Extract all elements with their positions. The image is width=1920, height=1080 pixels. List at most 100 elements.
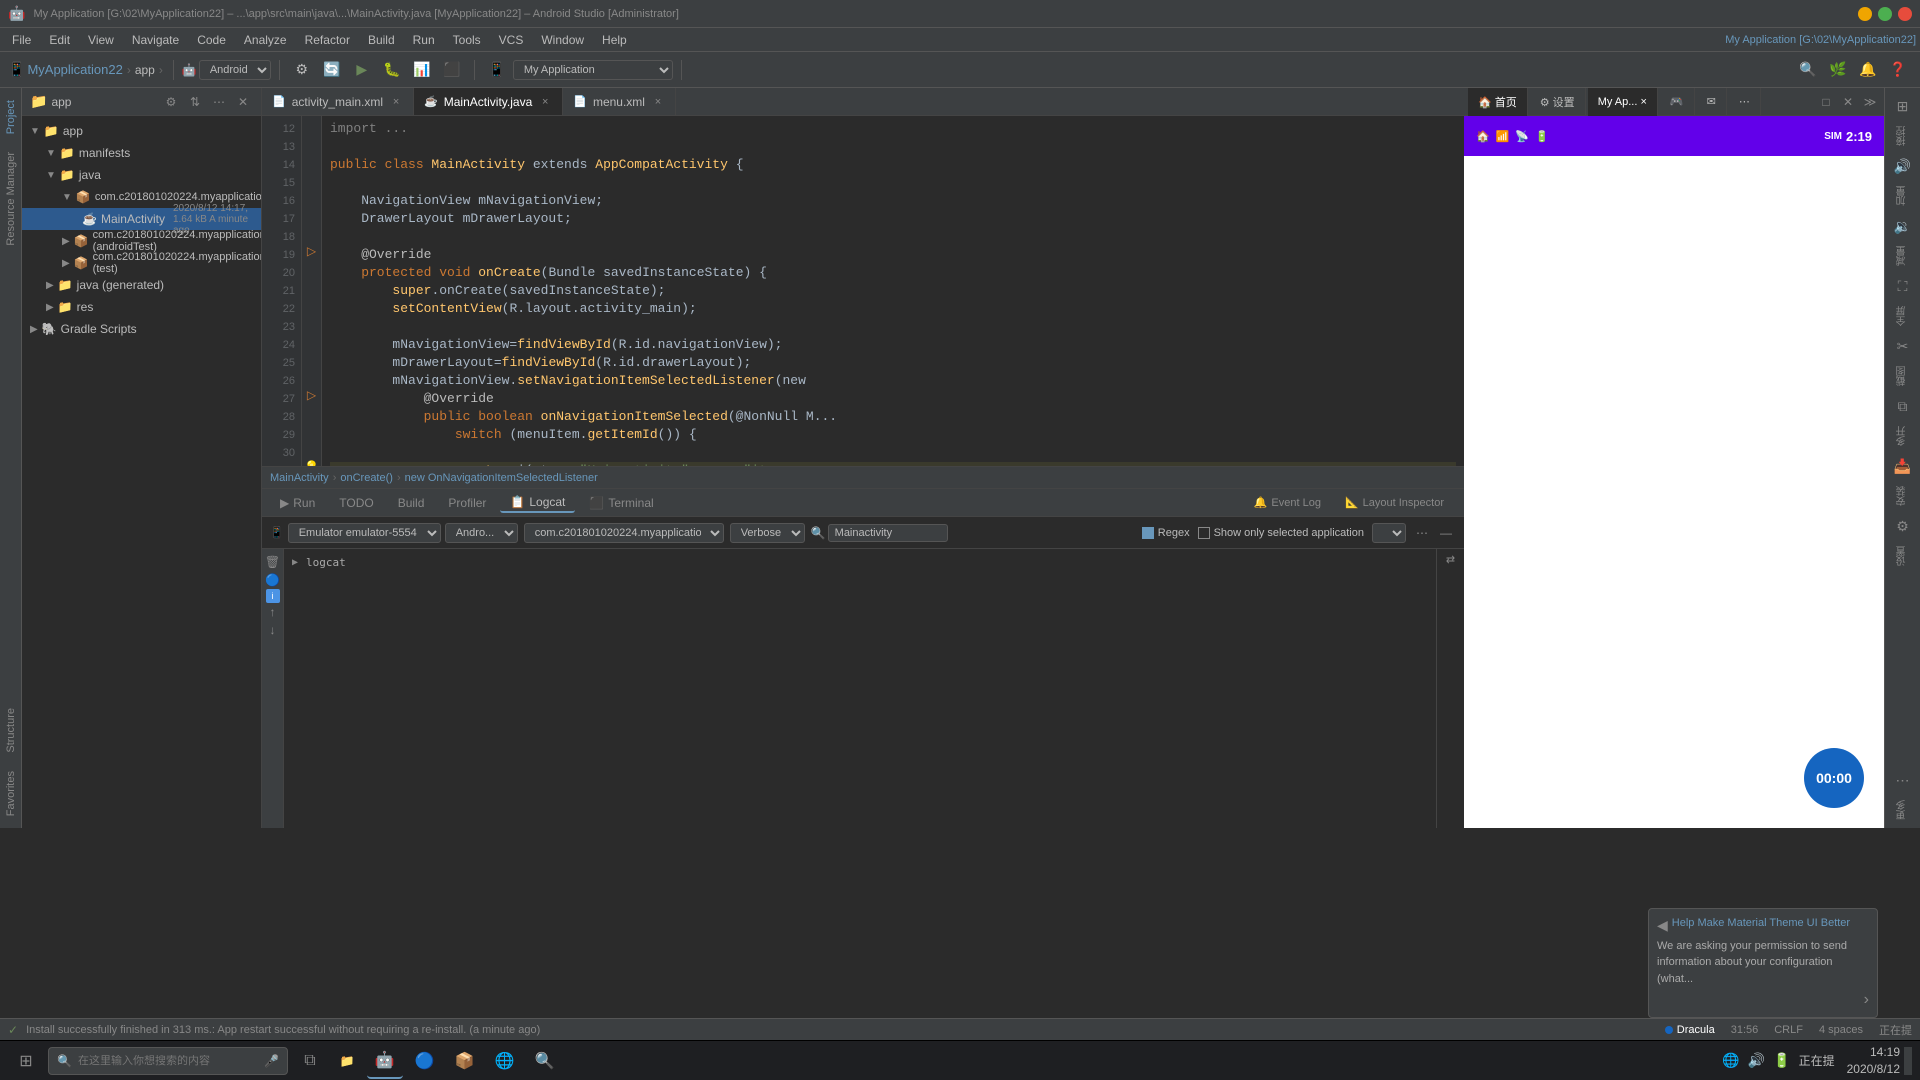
device-selector[interactable]: My Application — [513, 60, 673, 80]
minimize-button[interactable]: – — [1858, 7, 1872, 21]
tree-item-manifests[interactable]: ▼ 📁 manifests — [22, 142, 261, 164]
menu-navigate[interactable]: Navigate — [124, 31, 187, 49]
taskbar-android-studio[interactable]: 🤖 — [367, 1043, 403, 1079]
logcat-options-btn[interactable]: ⋯ — [1412, 523, 1432, 543]
breadcrumb-listener[interactable]: new OnNavigationItemSelectedListener — [405, 472, 598, 484]
settings-btn[interactable]: ⚙ — [288, 56, 316, 84]
taskbar-app-1[interactable]: 🔵 — [407, 1043, 443, 1079]
tree-item-mainactivity[interactable]: ☕ MainActivity 2020/8/12 14:17, 1.64 kB … — [22, 208, 261, 230]
taskbar-app-3[interactable]: 🌐 — [487, 1043, 523, 1079]
fullscreen-icon[interactable]: ⛶ — [1889, 272, 1917, 300]
menu-view[interactable]: View — [80, 31, 122, 49]
close-button[interactable]: × — [1898, 7, 1912, 21]
menu-file[interactable]: File — [4, 31, 39, 49]
indent[interactable]: 4 spaces — [1819, 1024, 1863, 1036]
screenshot-icon[interactable]: ✂ — [1889, 332, 1917, 360]
breadcrumb-app[interactable]: app — [135, 63, 155, 77]
ime-icon[interactable]: 正在提 — [1799, 1052, 1835, 1069]
tab-todo[interactable]: TODO — [329, 494, 383, 512]
start-button[interactable]: ⊞ — [8, 1043, 44, 1079]
emulator-home-tab[interactable]: 🏠 首页 — [1468, 88, 1528, 116]
more-options-icon[interactable]: ⋯ — [1889, 766, 1917, 794]
tree-item-java[interactable]: ▼ 📁 java — [22, 164, 261, 186]
favorites-tab[interactable]: Favorites — [2, 763, 20, 824]
volume-up-icon[interactable]: 🔊 — [1889, 152, 1917, 180]
taskbar-app-2[interactable]: 📦 — [447, 1043, 483, 1079]
show-selected-checkbox[interactable] — [1198, 527, 1210, 539]
tab-activity-main-xml[interactable]: 📄 activity_main.xml × — [262, 88, 414, 116]
gear-icon[interactable]: ⚙ — [161, 92, 181, 112]
tab-terminal[interactable]: ⬛ Terminal — [579, 494, 663, 512]
expand-icon[interactable]: ⇅ — [185, 92, 205, 112]
logcat-minimize-btn[interactable]: — — [1436, 523, 1456, 543]
structure-tab[interactable]: Structure — [2, 700, 20, 761]
close-tab-activity-main[interactable]: × — [389, 95, 403, 109]
breadcrumb-oncreate[interactable]: onCreate() — [340, 472, 393, 484]
menu-refactor[interactable]: Refactor — [297, 31, 358, 49]
search-everywhere-btn[interactable]: 🔍 — [1794, 56, 1822, 84]
more-icon[interactable]: ⋯ — [209, 92, 229, 112]
emulator-close-tab[interactable]: ✕ — [1838, 92, 1858, 112]
tab-run[interactable]: ▶ Run — [270, 494, 325, 512]
emulator-gamepad-tab[interactable]: 🎮 — [1660, 88, 1695, 116]
clear-icon[interactable]: 🗑 — [265, 555, 280, 569]
tree-item-app[interactable]: ▼ 📁 app — [22, 120, 261, 142]
event-log-tab[interactable]: 🔔 Event Log — [1254, 496, 1321, 509]
emulator-mail-tab[interactable]: ✉ — [1697, 88, 1727, 116]
taskbar-search[interactable]: 🔍 🎤 — [48, 1047, 288, 1075]
tree-item-res[interactable]: ▶ 📁 res — [22, 296, 261, 318]
maximize-button[interactable]: □ — [1878, 7, 1892, 21]
tab-menu-xml[interactable]: 📄 menu.xml × — [563, 88, 676, 116]
emulator-settings-icon[interactable]: ⚙ — [1889, 512, 1917, 540]
help-btn[interactable]: ❓ — [1884, 56, 1912, 84]
emulator-settings-tab[interactable]: ⚙ 设置 — [1530, 88, 1586, 116]
volume-icon[interactable]: 🔊 — [1748, 1052, 1765, 1069]
show-selected-dropdown[interactable] — [1372, 523, 1406, 543]
emulator-new-tab[interactable]: □ — [1816, 92, 1836, 112]
show-only-selected-label[interactable]: Show only selected application — [1198, 527, 1364, 539]
close-panel-btn[interactable]: ✕ — [233, 92, 253, 112]
task-view-btn[interactable]: ⧉ — [292, 1043, 328, 1079]
line-col[interactable]: 31:56 — [1731, 1024, 1759, 1036]
notifications-btn[interactable]: 🔔 — [1854, 56, 1882, 84]
git-indicator[interactable]: 正在提 — [1879, 1022, 1912, 1038]
close-tab-mainactivity[interactable]: × — [538, 95, 552, 109]
logcat-main[interactable]: ▶ logcat — [284, 549, 1436, 828]
down-arrow[interactable]: ↓ — [270, 623, 276, 637]
avd-btn[interactable]: 📱 — [483, 56, 511, 84]
android-selector[interactable]: Android — [199, 60, 271, 80]
breadcrumb-mainactivity[interactable]: MainActivity — [270, 472, 329, 484]
wrap-icon[interactable]: ⇄ — [1446, 553, 1455, 566]
regex-label[interactable]: Regex — [1142, 527, 1190, 539]
taskbar-explorer[interactable]: 📁 — [332, 1043, 363, 1079]
resource-manager-tab[interactable]: Resource Manager — [2, 144, 20, 254]
help-next-icon[interactable]: › — [1864, 991, 1869, 1009]
menu-code[interactable]: Code — [189, 31, 234, 49]
taskbar-search-input[interactable] — [78, 1055, 258, 1067]
menu-edit[interactable]: Edit — [41, 31, 78, 49]
sync-btn[interactable]: 🔄 — [318, 56, 346, 84]
android-version-selector[interactable]: Andro... — [445, 523, 518, 543]
multi-open-icon[interactable]: ⧉ — [1889, 392, 1917, 420]
up-arrow[interactable]: ↑ — [270, 605, 276, 619]
package-selector[interactable]: com.c201801020224.myapplicatio... — [524, 523, 724, 543]
info-btn[interactable]: i — [266, 589, 280, 603]
help-link[interactable]: Help Make Material Theme UI Better — [1672, 917, 1850, 929]
emulator-app-tab[interactable]: My Ap... × — [1588, 88, 1658, 116]
battery-tray-icon[interactable]: 🔋 — [1773, 1052, 1790, 1069]
project-name[interactable]: MyApplication22 — [27, 62, 122, 77]
tab-mainactivity-java[interactable]: ☕ MainActivity.java × — [414, 88, 563, 116]
install-icon[interactable]: 📥 — [1889, 452, 1917, 480]
menu-vcs[interactable]: VCS — [491, 31, 532, 49]
menu-run[interactable]: Run — [405, 31, 443, 49]
scroll-icon[interactable]: 🔵 — [265, 573, 280, 587]
tree-item-test[interactable]: ▶ 📦 com.c201801020224.myapplication (tes… — [22, 252, 261, 274]
debug-btn[interactable]: 🐛 — [378, 56, 406, 84]
taskbar-clock[interactable]: 14:19 2020/8/12 — [1847, 1044, 1900, 1078]
app-path[interactable]: My Application [G:\02\MyApplication22] — [1725, 34, 1916, 46]
volume-down-icon[interactable]: 🔉 — [1889, 212, 1917, 240]
filter-input[interactable] — [828, 524, 948, 542]
menu-window[interactable]: Window — [533, 31, 592, 49]
tab-build[interactable]: Build — [388, 494, 435, 512]
run-btn[interactable]: ▶ — [348, 56, 376, 84]
